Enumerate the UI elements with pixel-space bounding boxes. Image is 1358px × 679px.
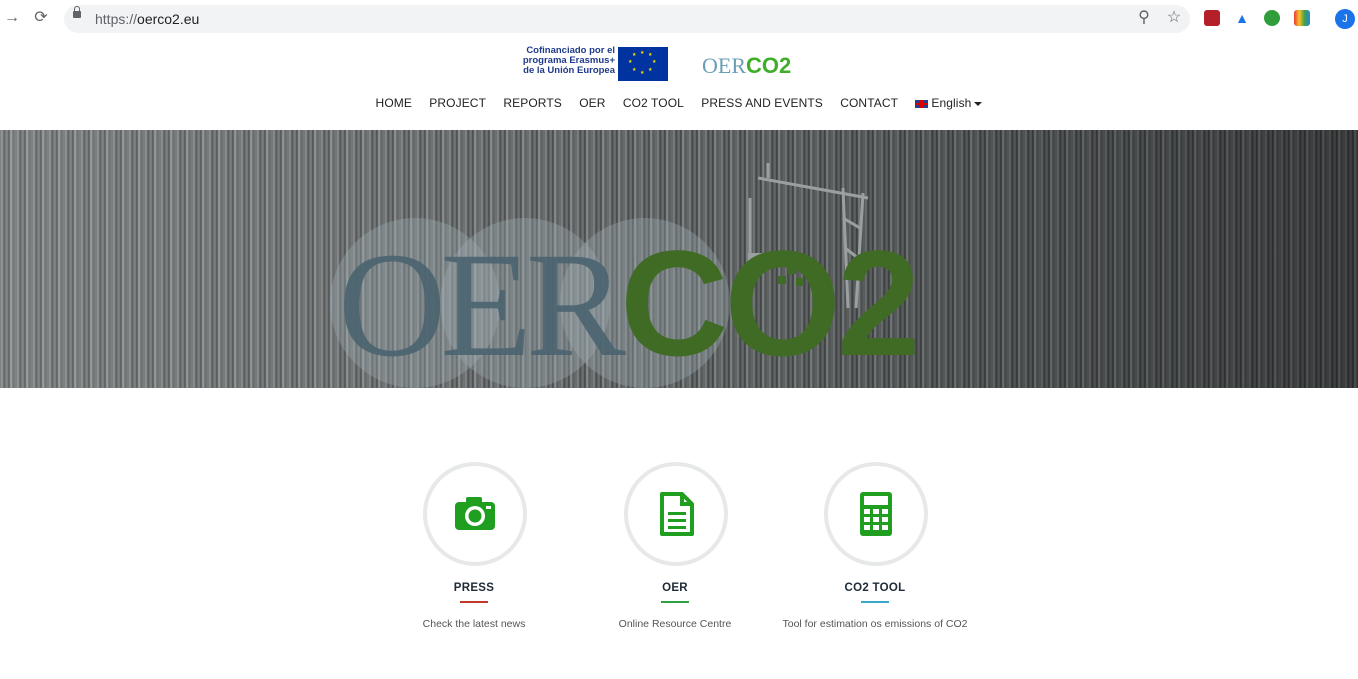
zoom-icon[interactable]: ⚲ [1135, 9, 1153, 27]
hero-title: OERCO2 [338, 219, 920, 388]
feature-description: Online Resource Centre [618, 618, 732, 630]
eu-flag-icon: ★ ★ ★ ★ ★ ★ ★ ★ [618, 47, 668, 81]
nav-project[interactable]: PROJECT [429, 96, 486, 110]
feature-underline [861, 601, 889, 603]
chevron-down-icon [974, 101, 983, 106]
document-icon [660, 492, 694, 536]
extension-colorful-icon[interactable] [1294, 10, 1310, 26]
forward-icon[interactable]: → [3, 9, 21, 27]
address-bar[interactable] [64, 5, 1190, 33]
extension-green-icon[interactable] [1264, 10, 1280, 26]
feature-description: Tool for estimation os emissions of CO2 [782, 618, 968, 630]
camera-icon [455, 497, 495, 530]
feature-icon-ring[interactable] [824, 462, 928, 566]
hero-banner: OERCO2 [0, 130, 1358, 388]
feature-description: Check the latest news [422, 618, 526, 630]
lock-icon [73, 6, 81, 18]
language-label: English [931, 96, 972, 110]
profile-avatar[interactable]: J [1335, 9, 1355, 29]
feature-title[interactable]: PRESS [374, 582, 574, 594]
nav-oer[interactable]: OER [579, 96, 605, 110]
nav-reports[interactable]: REPORTS [503, 96, 562, 110]
language-selector[interactable]: English [915, 96, 983, 110]
header-logos: Cofinanciado por el programa Erasmus+ de… [514, 45, 814, 85]
feature-icon-ring[interactable] [624, 462, 728, 566]
nav-co2-tool[interactable]: CO2 TOOL [623, 96, 684, 110]
extension-graduation-icon[interactable]: ▲ [1234, 10, 1250, 26]
browser-toolbar: → ⟳ https://oerco2.eu ⚲ ☆ ▲ J [0, 0, 1358, 38]
extension-red-icon[interactable] [1204, 10, 1220, 26]
feature-underline [460, 601, 488, 603]
feature-underline [661, 601, 689, 603]
feature-icon-ring[interactable] [423, 462, 527, 566]
nav-press-events[interactable]: PRESS AND EVENTS [701, 96, 823, 110]
main-nav: HOME PROJECT REPORTS OER CO2 TOOL PRESS … [0, 96, 1358, 110]
site-logo[interactable]: OERCO2 [702, 53, 791, 79]
nav-contact[interactable]: CONTACT [840, 96, 898, 110]
eu-funding-text: Cofinanciado por el programa Erasmus+ de… [522, 45, 615, 76]
nav-home[interactable]: HOME [376, 96, 412, 110]
bookmark-star-icon[interactable]: ☆ [1165, 9, 1183, 27]
reload-icon[interactable]: ⟳ [32, 9, 50, 27]
feature-title[interactable]: CO2 TOOL [775, 582, 975, 594]
uk-flag-icon [915, 99, 929, 108]
calculator-icon [860, 492, 892, 536]
feature-title[interactable]: OER [575, 582, 775, 594]
url-text[interactable]: https://oerco2.eu [95, 11, 199, 27]
